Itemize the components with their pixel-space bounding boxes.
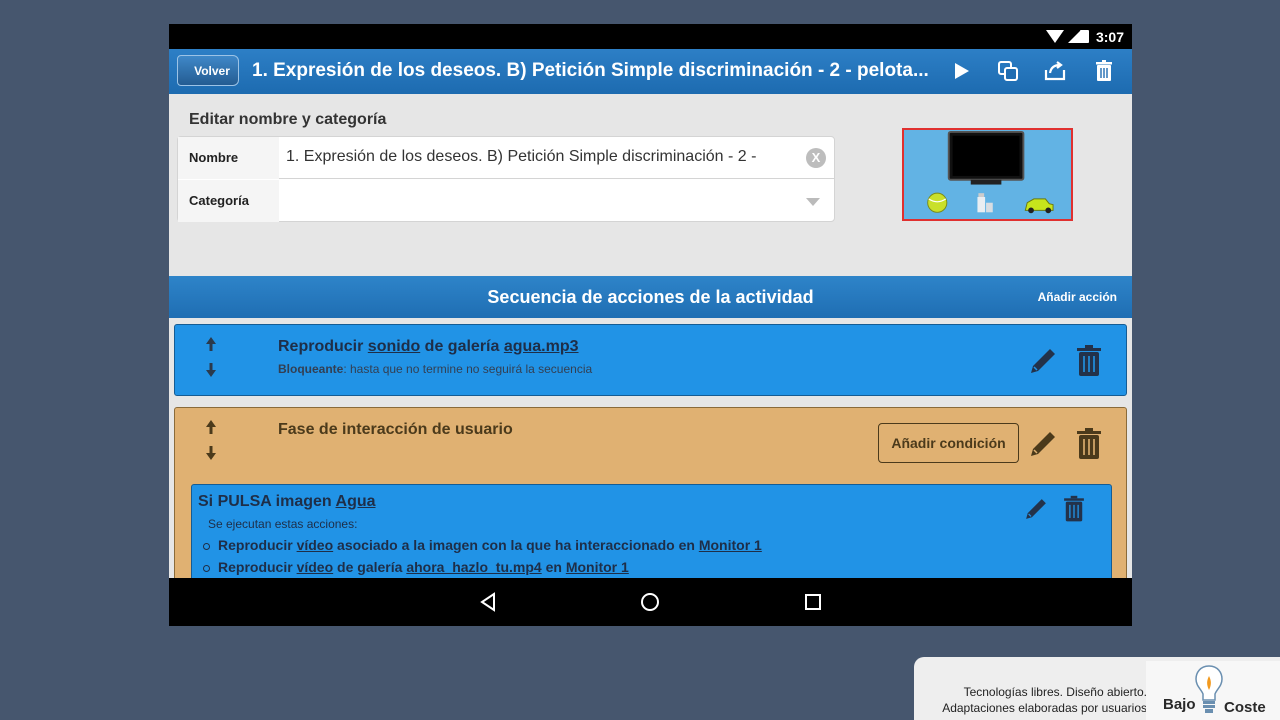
file-link[interactable]: agua.mp3 (504, 338, 579, 355)
category-label: Categoría (178, 180, 279, 222)
wifi-icon (1046, 30, 1064, 43)
trash-icon[interactable] (1072, 427, 1106, 461)
clock: 3:07 (1095, 29, 1124, 45)
sequence-title: Secuencia de acciones de la actividad (487, 287, 814, 307)
reorder-arrows[interactable] (203, 418, 219, 467)
category-row: Categoría (178, 180, 834, 222)
add-condition-button[interactable]: Añadir condición (878, 423, 1019, 463)
phase-title: Fase de interacción de usuario (278, 421, 513, 438)
monitor-link[interactable]: Monitor 1 (699, 537, 762, 553)
up-down-arrows-icon[interactable] (203, 418, 219, 462)
file-link[interactable]: ahora_hazlo_tu.mp4 (406, 559, 541, 575)
rule-subtitle: Se ejecutan estas acciones: (208, 517, 358, 531)
back-button[interactable]: Volver (177, 55, 239, 86)
delete-icon[interactable] (1092, 59, 1116, 83)
rule-title: Si PULSA imagen Agua (198, 493, 376, 510)
name-input[interactable]: 1. Expresión de los deseos. B) Petición … (286, 148, 796, 166)
edit-pencil-icon[interactable] (1026, 427, 1060, 461)
app-bar: Volver 1. Expresión de los deseos. B) Pe… (169, 49, 1132, 94)
home-circle-icon[interactable] (640, 592, 660, 612)
name-row: Nombre 1. Expresión de los deseos. B) Pe… (178, 137, 834, 179)
trash-icon[interactable] (1060, 495, 1088, 523)
trash-icon[interactable] (1072, 344, 1106, 378)
video-link[interactable]: vídeo (297, 537, 334, 553)
action-subtitle: Bloqueante: hasta que no termine no segu… (278, 362, 593, 376)
footer-badge: Tecnologías libres. Diseño abierto. Adap… (914, 657, 1280, 720)
edit-pencil-icon[interactable] (1022, 495, 1050, 523)
page-title: 1. Expresión de los deseos. B) Petición … (252, 60, 929, 81)
add-action-button[interactable]: Añadir acción (1038, 290, 1117, 304)
action-title: Reproducir sonido de galería agua.mp3 (278, 338, 579, 355)
rule-action-item: Reproducir vídeo de galería ahora_hazlo_… (203, 559, 629, 575)
monitor-link[interactable]: Monitor 1 (566, 559, 629, 575)
footer-text: Tecnologías libres. Diseño abierto. Adap… (942, 685, 1147, 715)
share-icon[interactable] (1043, 59, 1067, 83)
lightbulb-icon (1195, 665, 1223, 713)
status-bar: 3:07 (169, 24, 1132, 49)
edit-pencil-icon[interactable] (1026, 344, 1060, 378)
edit-section: Editar nombre y categoría Nombre 1. Expr… (169, 94, 1132, 276)
logo: Bajo Coste (1146, 661, 1280, 720)
action-card-play-sound[interactable]: Reproducir sonido de galería agua.mp3 Bl… (174, 324, 1127, 396)
image-link[interactable]: Agua (336, 493, 376, 510)
android-nav-bar (169, 578, 1132, 626)
copy-icon[interactable] (996, 59, 1020, 83)
android-screen: 3:07 Volver 1. Expresión de los deseos. … (169, 24, 1132, 626)
battery-icon (1080, 30, 1089, 43)
sound-link[interactable]: sonido (368, 338, 420, 355)
clear-icon[interactable]: X (806, 148, 826, 168)
recents-square-icon[interactable] (803, 592, 823, 612)
rule-action-item: Reproducir vídeo asociado a la imagen co… (203, 537, 762, 553)
name-label: Nombre (178, 137, 279, 179)
section-heading: Editar nombre y categoría (189, 111, 387, 128)
play-icon[interactable] (950, 59, 974, 83)
user-interaction-phase[interactable]: Fase de interacción de usuario Añadir co… (174, 407, 1127, 608)
reorder-arrows[interactable] (203, 335, 219, 384)
chevron-down-icon[interactable] (806, 198, 820, 206)
activity-thumbnail[interactable] (902, 128, 1073, 221)
up-down-arrows-icon[interactable] (203, 335, 219, 379)
name-category-form: Nombre 1. Expresión de los deseos. B) Pe… (177, 136, 835, 222)
back-triangle-icon[interactable] (478, 592, 498, 612)
sequence-header: Secuencia de acciones de la actividad Añ… (169, 276, 1132, 318)
video-link[interactable]: vídeo (297, 559, 334, 575)
